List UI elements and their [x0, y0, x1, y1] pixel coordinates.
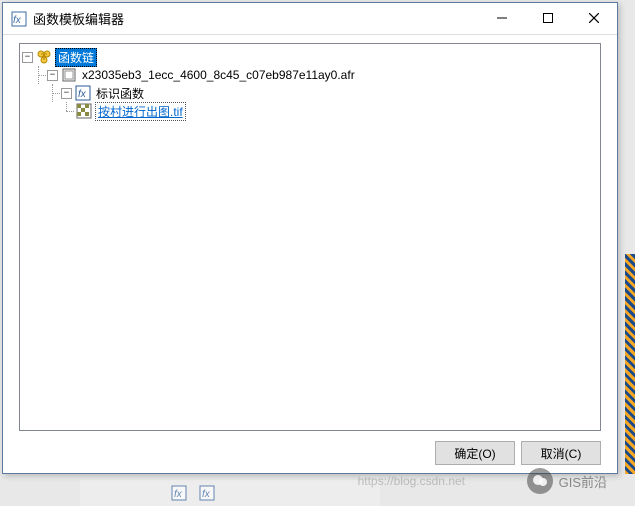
tree-label-raster[interactable]: 按村进行出图.tif [95, 102, 186, 121]
svg-text:fx: fx [202, 489, 211, 500]
wechat-icon [527, 468, 553, 494]
fx-icon: fx [171, 485, 187, 501]
tree-node-root[interactable]: − 函数链 [22, 48, 598, 66]
tree-label-file[interactable]: x23035eb3_1ecc_4600_8c45_c07eb987e11ay0.… [80, 68, 357, 82]
expander-icon[interactable]: − [61, 88, 72, 99]
background-toolbar: fx fx [80, 480, 380, 506]
expander-icon[interactable]: − [22, 52, 33, 63]
dialog-window: fx 函数模板编辑器 − 函数链 − x23035eb3_1ecc_4600_8… [2, 2, 618, 474]
svg-text:fx: fx [78, 89, 87, 100]
raster-icon [76, 103, 92, 119]
watermark-url: https://blog.csdn.net [358, 474, 465, 488]
tree-node-function[interactable]: − fx 标识函数 [22, 84, 598, 102]
button-bar: 确定(O) 取消(C) [435, 441, 601, 465]
maximize-button[interactable] [525, 3, 571, 33]
fx-icon: fx [199, 485, 215, 501]
fx-icon: fx [75, 85, 91, 101]
window-title: 函数模板编辑器 [33, 9, 479, 28]
ok-button[interactable]: 确定(O) [435, 441, 515, 465]
cancel-button[interactable]: 取消(C) [521, 441, 601, 465]
expander-icon[interactable]: − [47, 70, 58, 81]
tree-panel[interactable]: − 函数链 − x23035eb3_1ecc_4600_8c45_c07eb98… [19, 43, 601, 431]
app-icon: fx [11, 11, 27, 27]
tree-node-raster[interactable]: 按村进行出图.tif [22, 102, 598, 120]
tree-label-function[interactable]: 标识函数 [94, 85, 146, 102]
file-icon [61, 67, 77, 83]
watermark-text: GIS前沿 [559, 472, 607, 491]
tree-node-file[interactable]: − x23035eb3_1ecc_4600_8c45_c07eb987e11ay… [22, 66, 598, 84]
watermark: GIS前沿 [527, 468, 607, 494]
svg-text:fx: fx [13, 15, 22, 26]
minimize-button[interactable] [479, 3, 525, 33]
titlebar: fx 函数模板编辑器 [3, 3, 617, 35]
close-button[interactable] [571, 3, 617, 33]
tree-label-root[interactable]: 函数链 [55, 48, 97, 67]
chain-icon [36, 49, 52, 65]
svg-text:fx: fx [174, 489, 183, 500]
